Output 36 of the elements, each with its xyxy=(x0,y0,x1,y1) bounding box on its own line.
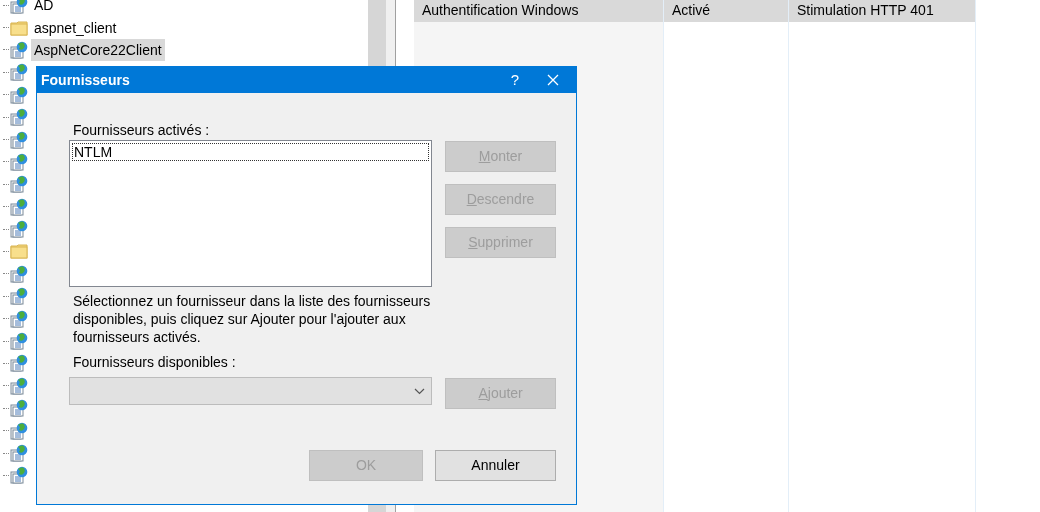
globe-page-icon xyxy=(10,152,28,171)
folder-icon xyxy=(10,18,28,37)
globe-page-icon xyxy=(10,354,28,373)
column-header[interactable]: Authentification Windows xyxy=(414,0,663,22)
globe-page-icon xyxy=(10,376,28,395)
globe-page-icon xyxy=(10,399,28,418)
field-label: Fournisseurs disponibles : xyxy=(73,353,237,371)
globe-page-icon xyxy=(10,421,28,440)
folder-icon xyxy=(10,242,28,261)
tree-item[interactable]: aspnet_client xyxy=(31,16,120,39)
globe-page-icon xyxy=(10,108,28,127)
globe-page-icon xyxy=(10,264,28,283)
globe-page-icon xyxy=(10,466,28,485)
globe-page-icon xyxy=(10,85,28,104)
help-button[interactable]: ? xyxy=(500,68,530,92)
globe-page-icon xyxy=(10,197,28,216)
globe-page-icon xyxy=(10,287,28,306)
globe-page-icon xyxy=(10,220,28,239)
globe-page-icon xyxy=(10,332,28,351)
list-item[interactable]: NTLM xyxy=(72,143,429,161)
tree-item[interactable]: AspNetCore22Client xyxy=(31,38,165,61)
globe-page-icon xyxy=(10,130,28,149)
instructions-text: Sélectionnez un fournisseur dans la liste des fournisseurs disponibles, puis cliquez sur Ajouter pour l'ajouter aux fournisseurs activés. xyxy=(73,292,432,346)
globe-page-icon xyxy=(10,40,28,59)
column-header[interactable]: Activé xyxy=(664,0,788,22)
column-header[interactable]: Stimulation HTTP 401 xyxy=(789,0,975,22)
tree-item[interactable]: AD xyxy=(31,0,57,17)
dialog-title: Fournisseurs xyxy=(40,70,131,90)
dialog-button[interactable]: Annuler xyxy=(435,450,556,481)
list-box[interactable]: NTLM xyxy=(69,140,432,287)
chevron-down-icon xyxy=(414,387,426,395)
globe-page-icon xyxy=(10,63,28,82)
field-label: Fournisseurs activés : xyxy=(73,121,211,139)
globe-page-icon xyxy=(10,444,28,462)
globe-page-icon xyxy=(10,175,28,194)
globe-page-icon xyxy=(10,309,28,328)
